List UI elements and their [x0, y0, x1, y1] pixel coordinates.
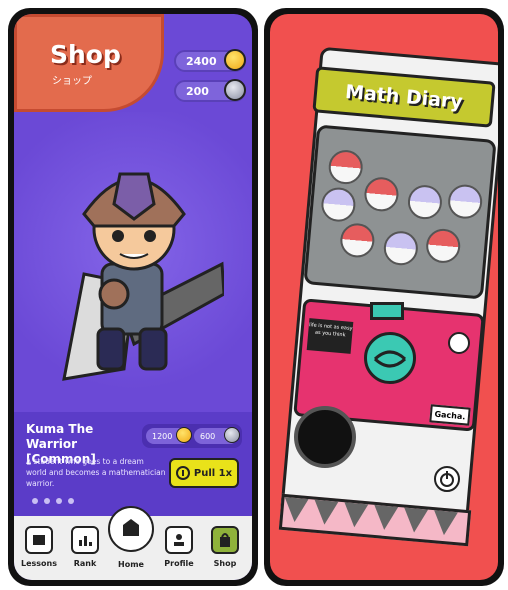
- price-gold: 1200: [146, 427, 192, 444]
- shop-subtitle: ショップ: [52, 76, 92, 87]
- gold-balance-value: 2400: [186, 54, 217, 68]
- pager-dot[interactable]: [44, 498, 50, 504]
- price-silver: 600: [194, 427, 240, 444]
- gacha-screen: Math Diary life is not as easy as you th…: [270, 14, 498, 580]
- tab-rank-label: Rank: [73, 559, 97, 568]
- bar-chart-icon: [71, 526, 99, 554]
- price-gold-value: 1200: [152, 431, 173, 441]
- silver-coin-icon: [224, 427, 240, 443]
- shopping-bag-icon: [211, 526, 239, 554]
- capsule-ball: [338, 221, 376, 259]
- silver-balance: 200: [174, 79, 246, 102]
- pager-dot[interactable]: [68, 498, 74, 504]
- warrior-character-image: [62, 172, 224, 381]
- gacha-label: Gacha.: [429, 404, 471, 426]
- tab-shop[interactable]: Shop: [204, 526, 246, 568]
- capsule-slot: [370, 302, 404, 320]
- tab-profile[interactable]: Profile: [158, 526, 200, 568]
- character-price: 1200 600: [142, 424, 242, 448]
- capsule-ball: [363, 175, 400, 213]
- shop-screen: Shop ショップ 2400 200 Kuma The Warrior [Com…: [14, 14, 252, 580]
- pager-dot[interactable]: [56, 498, 62, 504]
- math-diary-title: Math Diary: [344, 80, 464, 114]
- gold-coin-icon: [176, 427, 192, 443]
- tab-home-label: Home: [118, 560, 144, 569]
- tab-lessons-label: Lessons: [21, 559, 57, 568]
- power-icon[interactable]: [434, 466, 460, 492]
- left-phone-frame: Shop ショップ 2400 200 Kuma The Warrior [Com…: [8, 8, 258, 586]
- gold-coin-icon: [224, 49, 246, 71]
- silver-coin-icon: [224, 79, 246, 101]
- price-silver-value: 600: [200, 431, 216, 441]
- gold-balance: 2400: [174, 49, 246, 72]
- tab-rank[interactable]: Rank: [64, 526, 106, 568]
- tab-home[interactable]: Home: [108, 506, 154, 569]
- coin-slot-icon: [448, 332, 470, 354]
- character-description: A student who goes to a dream world and …: [26, 457, 166, 488]
- pull-button-label: Pull 1x: [193, 467, 233, 479]
- capsule-ball: [319, 186, 357, 224]
- tab-shop-label: Shop: [213, 559, 237, 568]
- capsule-ball: [446, 183, 484, 221]
- capsule-ball: [382, 229, 420, 267]
- capsule-ball: [406, 183, 444, 221]
- tab-lessons[interactable]: Lessons: [18, 526, 60, 568]
- pager-dot[interactable]: [32, 498, 38, 504]
- book-icon: [25, 526, 53, 554]
- pull-icon: [175, 466, 190, 480]
- capsule-window: [303, 124, 497, 300]
- right-phone-frame: Math Diary life is not as easy as you th…: [264, 8, 504, 586]
- crank-knob[interactable]: [364, 332, 416, 384]
- capsule-ball: [327, 148, 365, 186]
- capsule-outlet: [294, 406, 356, 468]
- capsule-ball: [424, 227, 462, 265]
- machine-note: life is not as easy as you think: [306, 318, 354, 354]
- silver-balance-value: 200: [186, 84, 209, 98]
- shop-title: Shop: [50, 40, 121, 69]
- home-icon: [108, 506, 154, 552]
- pull-1x-button[interactable]: Pull 1x: [169, 458, 239, 488]
- carousel-pager: [32, 498, 74, 504]
- profile-icon: [165, 526, 193, 554]
- tab-profile-label: Profile: [164, 559, 194, 568]
- bottom-tab-bar: Lessons Rank Home Profile Shop: [14, 506, 252, 580]
